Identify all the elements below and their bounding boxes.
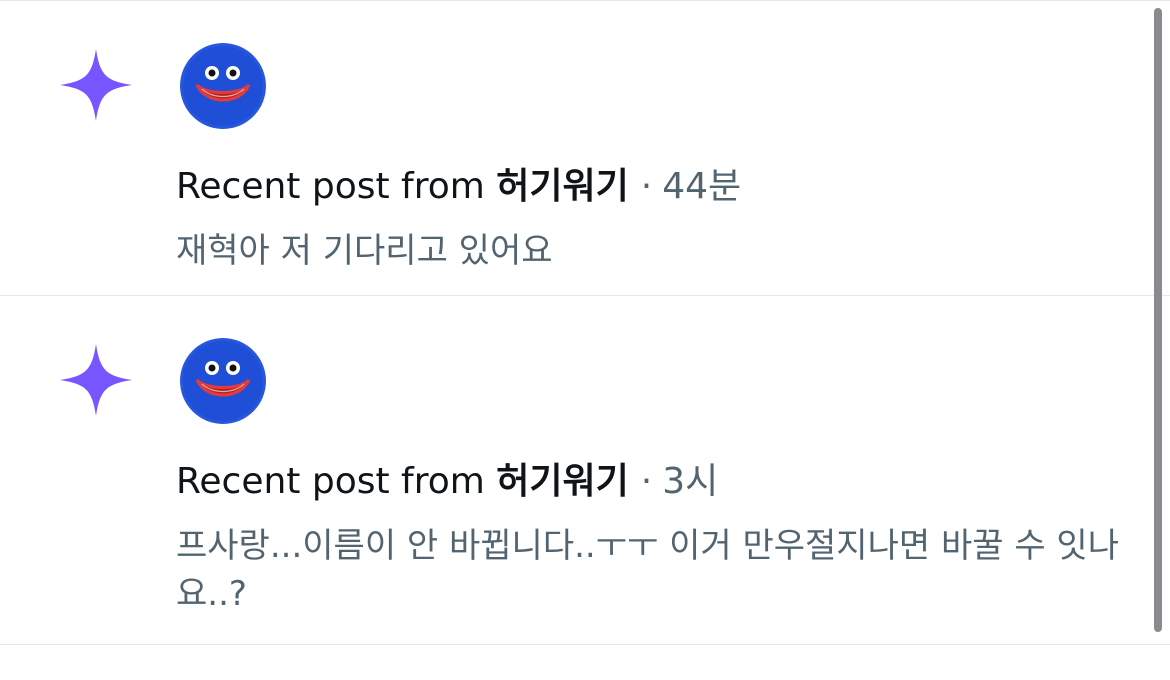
notification-headline: Recent post from 허기워기 · 3시 [176, 458, 718, 506]
headline-prefix: Recent post from [176, 461, 485, 502]
scrollbar[interactable] [1154, 8, 1162, 632]
notification-item[interactable]: Recent post from 허기워기 · 44분 재혁아 저 기다리고 있어요 [0, 1, 1170, 296]
timestamp: 3시 [662, 461, 719, 502]
notification-feed: Recent post from 허기워기 · 44분 재혁아 저 기다리고 있어요… [0, 1, 1170, 645]
post-snippet: 재혁아 저 기다리고 있어요 [176, 231, 553, 271]
separator-dot: · [640, 166, 653, 207]
notification-headline: Recent post from 허기워기 · 44분 [176, 163, 741, 211]
timestamp: 44분 [662, 166, 742, 207]
sparkle-icon [60, 49, 132, 121]
sparkle-icon [60, 344, 132, 416]
huggy-wuggy-avatar [180, 338, 266, 424]
headline-prefix: Recent post from [176, 166, 485, 207]
post-snippet: 프사랑...이름이 안 바뀝니다..ㅜㅜ 이거 만우절지나면 바꿀 수 잇나요.… [176, 526, 1119, 614]
avatar[interactable] [180, 43, 266, 129]
avatar[interactable] [180, 338, 266, 424]
huggy-wuggy-avatar [180, 43, 266, 129]
author-name[interactable]: 허기워기 [496, 461, 628, 502]
author-name[interactable]: 허기워기 [496, 166, 628, 207]
separator-dot: · [640, 461, 653, 502]
notification-item[interactable]: Recent post from 허기워기 · 3시 프사랑...이름이 안 바뀝니… [0, 296, 1170, 645]
